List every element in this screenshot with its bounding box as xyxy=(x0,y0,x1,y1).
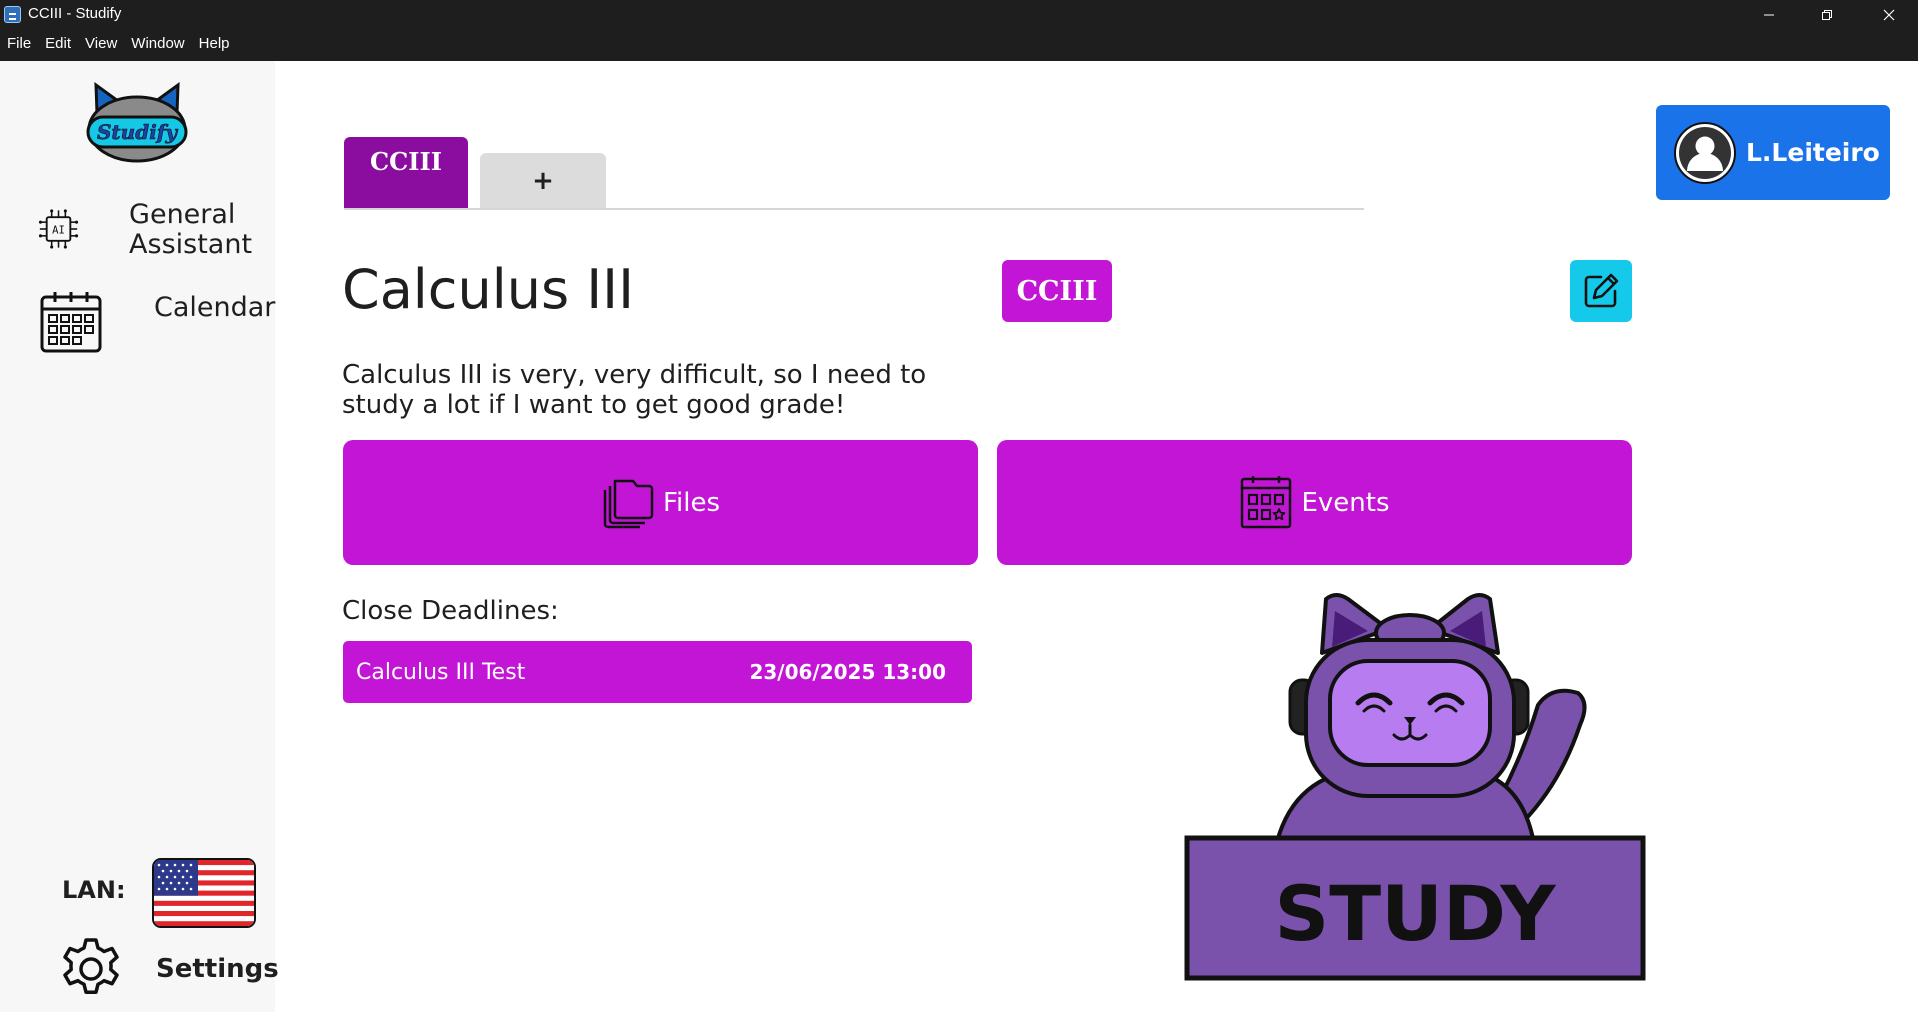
restore-icon xyxy=(1822,10,1832,20)
settings-button[interactable]: Settings xyxy=(58,936,279,1002)
subject-code-badge: CCIII xyxy=(1002,260,1112,322)
menu-view[interactable]: View xyxy=(78,35,124,55)
files-icon xyxy=(603,479,654,528)
deadline-name: Calculus III Test xyxy=(356,659,526,685)
add-tab-button[interactable]: + xyxy=(480,153,606,209)
sidebar-item-calendar[interactable]: Calendar xyxy=(38,289,275,355)
gear-icon xyxy=(63,938,119,994)
sidebar-item-label: Calendar xyxy=(154,292,276,323)
minimize-icon xyxy=(1764,14,1774,16)
title-bar: CCIII - Studify File Edit View Window He… xyxy=(0,0,1918,61)
sidebar-item-general-assistant[interactable]: AI General Assistant xyxy=(38,196,277,262)
study-mascot-illustration: STUDY xyxy=(1184,593,1646,981)
maximize-button[interactable] xyxy=(1798,0,1856,30)
avatar-icon xyxy=(1674,121,1736,184)
app-icon xyxy=(4,6,21,23)
edit-icon xyxy=(1584,273,1619,308)
edit-subject-button[interactable] xyxy=(1570,260,1632,322)
tab-cciii[interactable]: CCIII xyxy=(344,137,468,209)
user-profile-button[interactable]: L.Leiteiro xyxy=(1656,105,1890,200)
sidebar-item-label: General Assistant xyxy=(129,199,253,260)
logo-text: Studify xyxy=(97,120,178,144)
menu-file[interactable]: File xyxy=(0,35,38,55)
study-sign-text: STUDY xyxy=(1275,869,1557,958)
menu-bar: File Edit View Window Help xyxy=(0,35,237,55)
menu-help[interactable]: Help xyxy=(192,35,237,55)
minimize-button[interactable] xyxy=(1740,0,1798,30)
language-selector[interactable] xyxy=(152,858,256,928)
subject-title: Calculus III xyxy=(342,258,635,321)
events-label: Events xyxy=(1301,487,1390,518)
us-flag-icon xyxy=(154,860,254,926)
ai-chip-icon: AI xyxy=(38,209,79,249)
deadline-date: 23/06/2025 13:00 xyxy=(749,660,946,684)
subject-description: Calculus III is very, very difficult, so… xyxy=(342,360,927,420)
events-button[interactable]: Events xyxy=(997,440,1632,565)
menu-edit[interactable]: Edit xyxy=(38,35,78,55)
sidebar: Studify AI General Assistant Calendar LA… xyxy=(0,61,279,1012)
studify-logo[interactable]: Studify xyxy=(82,81,192,163)
svg-text:AI: AI xyxy=(52,224,65,236)
close-button[interactable] xyxy=(1860,0,1918,30)
close-icon xyxy=(1883,9,1895,21)
events-calendar-icon xyxy=(1241,475,1292,528)
settings-label: Settings xyxy=(156,954,279,984)
deadline-item[interactable]: Calculus III Test 23/06/2025 13:00 xyxy=(343,641,972,703)
menu-window[interactable]: Window xyxy=(124,35,191,55)
files-label: Files xyxy=(662,487,721,518)
calendar-icon xyxy=(40,292,102,353)
tab-divider xyxy=(344,208,1364,210)
window-title: CCIII - Studify xyxy=(28,5,122,22)
close-deadlines-heading: Close Deadlines: xyxy=(342,596,559,626)
language-label: LAN: xyxy=(62,876,126,904)
user-name: L.Leiteiro xyxy=(1746,138,1880,167)
files-button[interactable]: Files xyxy=(343,440,978,565)
